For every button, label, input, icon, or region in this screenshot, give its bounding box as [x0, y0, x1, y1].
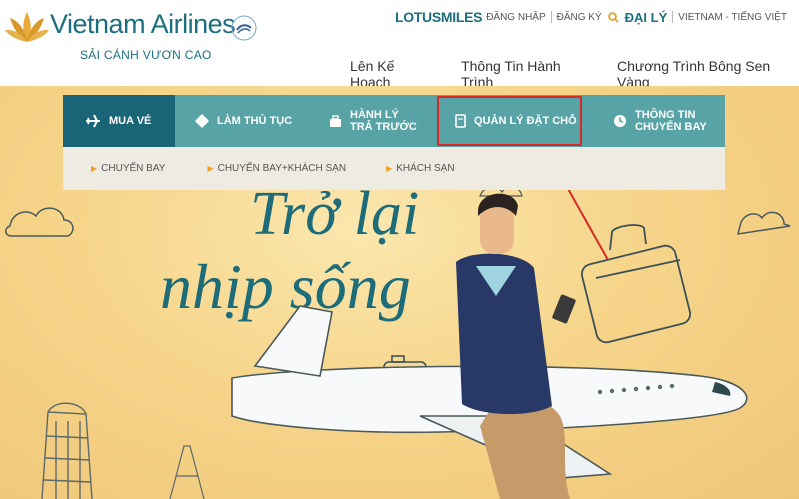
hero-headline-line2: nhịp sống — [160, 251, 411, 322]
search-icon[interactable] — [607, 11, 619, 23]
top-links: LOTUSMILES ĐĂNG NHẬP ĐĂNG KÝ ĐẠI LÝ VIET… — [395, 9, 787, 25]
subtab-hotel[interactable]: ▶ KHÁCH SẠN — [386, 163, 455, 174]
triangle-bullet-icon: ▶ — [207, 164, 214, 173]
booking-subtabs: ▶ CHUYẾN BAY ▶ CHUYẾN BAY+KHÁCH SẠN ▶ KH… — [63, 147, 725, 190]
site-header: Vietnam Airlines SẢI CÁNH VƯƠN CAO LOTUS… — [0, 0, 799, 90]
brand-name[interactable]: Vietnam Airlines — [50, 9, 236, 40]
agent-link[interactable]: ĐẠI LÝ — [625, 10, 668, 25]
slogan: SẢI CÁNH VƯƠN CAO — [80, 48, 212, 62]
lotusmiles-link[interactable]: LOTUSMILES — [395, 9, 483, 25]
suitcase-icon — [329, 114, 342, 128]
plane-icon — [85, 114, 101, 128]
hero-headline-line1: Trở lại — [250, 180, 419, 248]
tab-flight-info[interactable]: THÔNG TIN CHUYẾN BAY — [583, 95, 725, 147]
tab-checkin[interactable]: LÀM THỦ TỤC — [175, 95, 309, 147]
skyteam-icon — [231, 15, 257, 41]
triangle-bullet-icon: ▶ — [91, 164, 98, 173]
divider — [550, 11, 552, 23]
clock-icon — [613, 114, 627, 128]
register-link[interactable]: ĐĂNG KÝ — [557, 12, 602, 23]
tab-buy-ticket[interactable]: MUA VÉ — [63, 95, 175, 147]
highlight-box — [437, 96, 582, 146]
tab-prepaid-baggage[interactable]: HÀNH LÝ TRẢ TRƯỚC — [309, 95, 437, 147]
lotus-logo-icon[interactable] — [4, 6, 50, 46]
booking-tabs: MUA VÉ LÀM THỦ TỤC HÀNH LÝ TRẢ TRƯỚC QUẢN… — [63, 95, 725, 147]
ticket-icon — [195, 114, 209, 128]
subtab-flight-hotel[interactable]: ▶ CHUYẾN BAY+KHÁCH SẠN — [207, 163, 346, 174]
subtab-flight[interactable]: ▶ CHUYẾN BAY — [91, 163, 165, 174]
triangle-bullet-icon: ▶ — [386, 164, 393, 173]
login-link[interactable]: ĐĂNG NHẬP — [486, 12, 545, 23]
divider — [672, 11, 674, 23]
region-language-selector[interactable]: VIETNAM - TIẾNG VIỆT — [678, 12, 787, 23]
